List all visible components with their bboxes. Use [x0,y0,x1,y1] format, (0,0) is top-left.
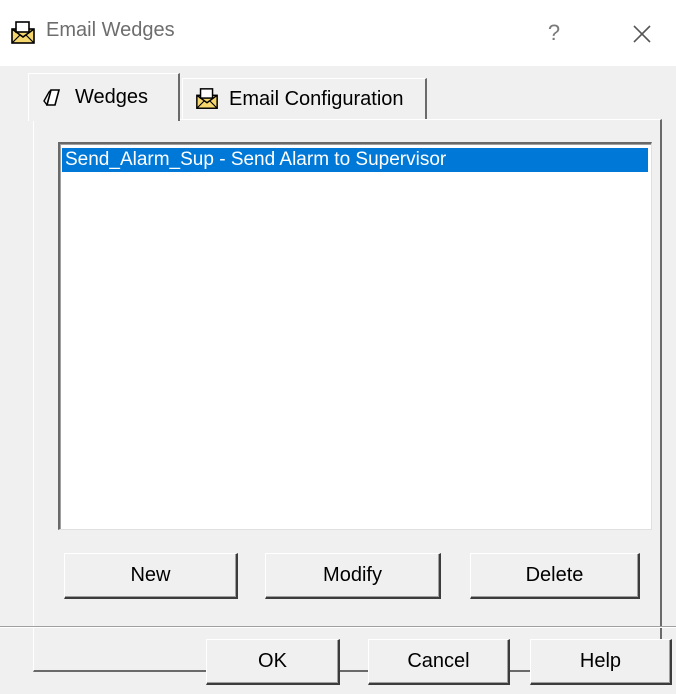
context-help-button[interactable]: ? [536,16,572,50]
list-item[interactable]: Send_Alarm_Sup - Send Alarm to Superviso… [62,148,648,172]
dialog-body: Wedges Email Configuration Send_Alarm_Su… [0,66,676,694]
email-envelope-icon [11,21,35,44]
help-button[interactable]: Help [530,639,672,685]
new-button[interactable]: New [64,553,238,599]
tab-email-configuration[interactable]: Email Configuration [182,78,427,119]
window-title: Email Wedges [46,19,175,41]
email-envelope-icon [196,88,218,109]
title-bar[interactable]: Email Wedges ? [0,0,676,66]
modify-button[interactable]: Modify [265,553,441,599]
wedge-icon [43,88,61,106]
close-icon[interactable] [626,18,658,50]
separator [0,626,676,628]
tab-wedges-label: Wedges [75,86,149,108]
tab-wedges[interactable]: Wedges [28,73,180,121]
wedge-listbox[interactable]: Send_Alarm_Sup - Send Alarm to Superviso… [58,142,652,530]
ok-button[interactable]: OK [206,639,340,685]
cancel-button[interactable]: Cancel [368,639,510,685]
tab-email-configuration-label: Email Configuration [229,87,404,110]
delete-button[interactable]: Delete [470,553,640,599]
